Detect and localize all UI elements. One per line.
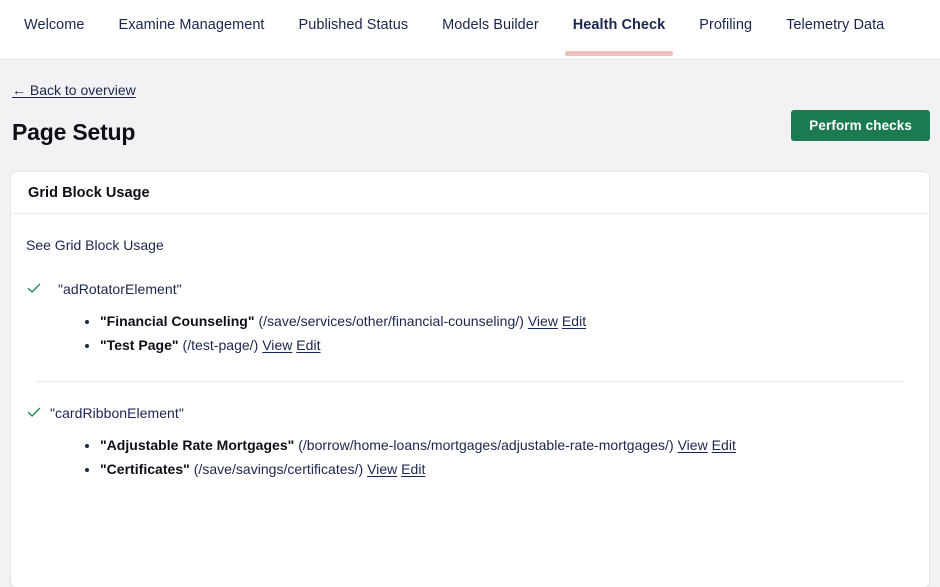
- card-intro-text: See Grid Block Usage: [26, 237, 164, 253]
- page-name: "Certificates": [100, 461, 190, 477]
- tab-label: Telemetry Data: [786, 17, 885, 33]
- top-tab-bar: Welcome Examine Management Published Statu…: [0, 0, 940, 60]
- tab-list: Welcome Examine Management Published Statu…: [0, 0, 940, 59]
- page-header: ← Back to overview Page Setup Perform ch…: [0, 60, 940, 146]
- page-name: "Test Page": [100, 337, 179, 353]
- card-header: Grid Block Usage: [11, 172, 929, 214]
- check-icon: [26, 404, 42, 420]
- tab-profiling[interactable]: Profiling: [699, 16, 752, 56]
- tab-label: Health Check: [572, 17, 666, 33]
- check-section-header: "adRotatorElement": [26, 280, 914, 298]
- page-name: "Adjustable Rate Mortgages": [100, 437, 295, 453]
- tab-label: Published Status: [298, 17, 409, 33]
- page-path: (/test-page/): [182, 337, 259, 353]
- view-link[interactable]: View: [262, 337, 292, 353]
- tab-label: Examine Management: [118, 17, 265, 33]
- affected-pages-list: "Adjustable Rate Mortgages" (/borrow/hom…: [26, 433, 914, 481]
- tab-published-status[interactable]: Published Status: [299, 16, 409, 56]
- perform-checks-button[interactable]: Perform checks: [791, 110, 930, 141]
- check-section: "adRotatorElement" "Financial Counseling"…: [26, 280, 914, 357]
- edit-link[interactable]: Edit: [296, 337, 320, 353]
- list-item: "Financial Counseling" (/save/services/o…: [100, 309, 914, 333]
- list-item: "Certificates" (/save/savings/certificat…: [100, 457, 914, 481]
- tab-welcome[interactable]: Welcome: [24, 16, 85, 56]
- tab-label: Models Builder: [442, 17, 539, 33]
- tab-telemetry-data[interactable]: Telemetry Data: [786, 16, 884, 56]
- card-body: See Grid Block Usage "adRotatorElement""…: [11, 214, 929, 481]
- tab-health-check[interactable]: Health Check: [564, 16, 674, 56]
- tab-examine-management[interactable]: Examine Management: [119, 16, 265, 56]
- grid-block-usage-card: Grid Block Usage See Grid Block Usage "a…: [11, 172, 929, 587]
- check-results-list: "adRotatorElement" "Financial Counseling"…: [26, 280, 914, 481]
- back-to-overview-link[interactable]: ← Back to overview: [12, 82, 136, 99]
- list-item: "Test Page" (/test-page/) View Edit: [100, 333, 914, 357]
- affected-pages-list: "Financial Counseling" (/save/services/o…: [26, 309, 914, 357]
- check-element-name: "adRotatorElement": [58, 281, 182, 297]
- view-link[interactable]: View: [678, 437, 708, 453]
- page-path: (/save/savings/certificates/): [193, 461, 364, 477]
- section-divider: [37, 381, 903, 382]
- page-path: (/borrow/home-loans/mortgages/adjustable…: [298, 437, 674, 453]
- check-icon: [26, 280, 42, 296]
- tab-label: Welcome: [24, 17, 85, 33]
- card-title: Grid Block Usage: [28, 184, 150, 201]
- check-element-name: "cardRibbonElement": [50, 405, 184, 421]
- list-item: "Adjustable Rate Mortgages" (/borrow/hom…: [100, 433, 914, 457]
- view-link[interactable]: View: [528, 313, 558, 329]
- edit-link[interactable]: Edit: [562, 313, 586, 329]
- view-link[interactable]: View: [367, 461, 397, 477]
- page-name: "Financial Counseling": [100, 313, 255, 329]
- page-path: (/save/services/other/financial-counseli…: [258, 313, 524, 329]
- tab-label: Profiling: [699, 17, 753, 33]
- tab-models-builder[interactable]: Models Builder: [442, 16, 539, 56]
- edit-link[interactable]: Edit: [401, 461, 425, 477]
- check-section-header: "cardRibbonElement": [26, 404, 914, 422]
- edit-link[interactable]: Edit: [712, 437, 736, 453]
- check-section: "cardRibbonElement" "Adjustable Rate Mort…: [26, 404, 914, 481]
